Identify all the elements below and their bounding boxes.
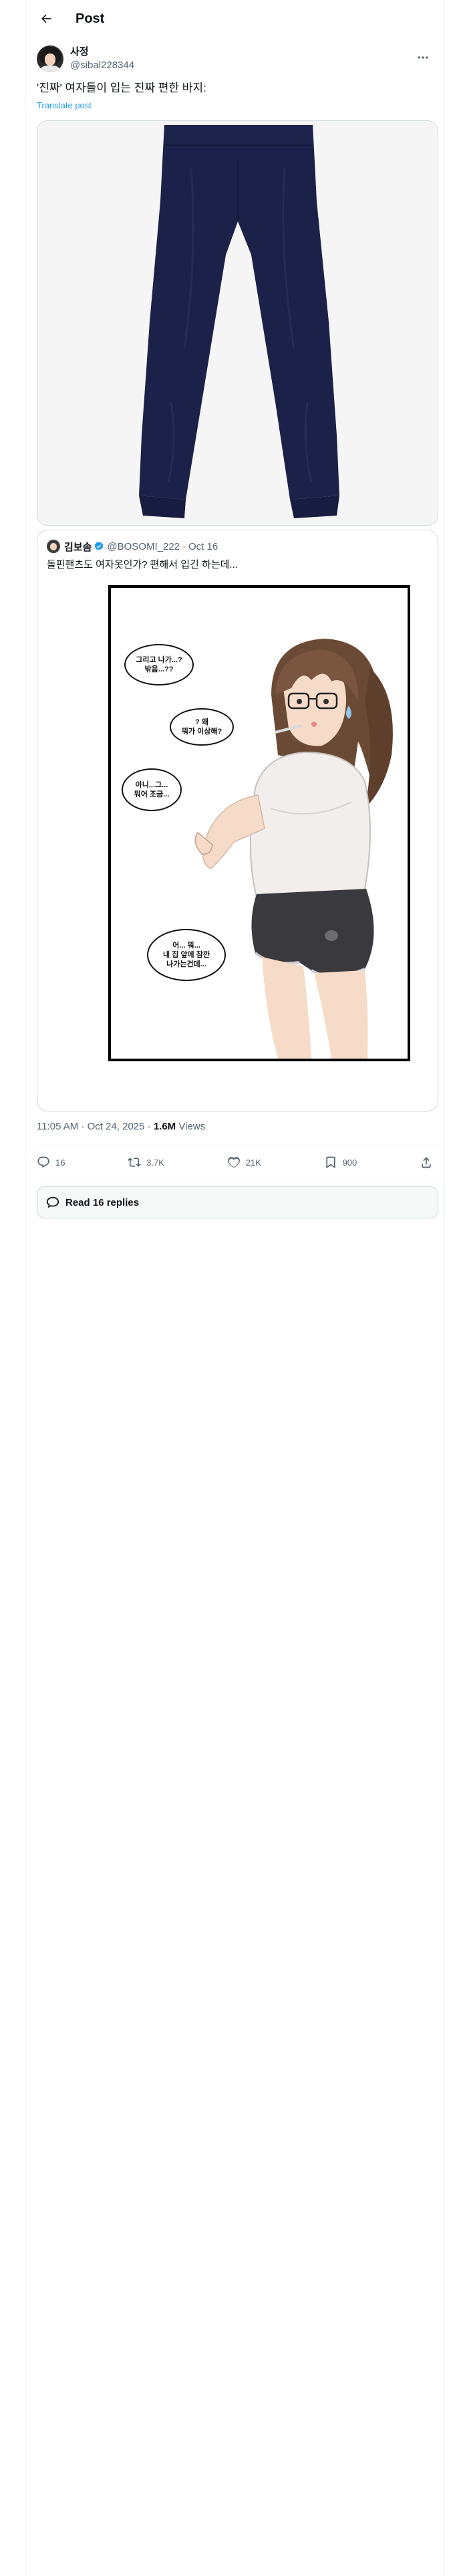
share-icon [422, 1157, 431, 1168]
speech-bubble: 그리고 나가...? 밖음...?? [124, 644, 194, 685]
back-button[interactable] [34, 7, 58, 31]
translate-post-link[interactable]: Translate post [37, 100, 92, 110]
read-replies-button[interactable]: Read 16 replies [37, 1186, 438, 1218]
quoted-display-name: 김보솜 [64, 541, 92, 553]
repost-icon [128, 1158, 142, 1167]
chat-bubble-icon [46, 1196, 59, 1208]
post-author: 사정 @sibal228344 [37, 44, 438, 74]
more-horizontal-icon [418, 56, 428, 59]
quoted-date: Oct 16 [188, 540, 218, 552]
speech-bubble: ? 왜 뭐가 이상해? [170, 708, 234, 746]
quoted-post-header: 김보솜 @BOSOMI_222 · Oct 16 [47, 540, 218, 553]
timestamp-text[interactable]: 11:05 AM · Oct 24, 2025 · [37, 1121, 154, 1132]
separator-dot: · [182, 540, 186, 552]
read-replies-label: Read 16 replies [65, 1196, 140, 1208]
reply-icon [37, 1156, 49, 1168]
comic-panel: 그리고 나가...? 밖음...?? ? 왜 뭐가 이상해? 아니...그...… [108, 585, 410, 1061]
author-handle[interactable]: @sibal228344 [70, 59, 134, 72]
quoted-media-image: 그리고 나가...? 밖음...?? ? 왜 뭐가 이상해? 아니...그...… [47, 581, 429, 1103]
verified-badge-icon [95, 542, 104, 550]
bookmark-count: 900 [342, 1157, 357, 1168]
quoted-text: 돌핀팬츠도 여자옷인가? 편해서 입긴 하는데... [47, 559, 238, 570]
top-bar: Post [26, 0, 444, 37]
speech-bubble: 아니...그... 뭐어 조금... [122, 768, 182, 811]
more-options-button[interactable] [414, 48, 432, 67]
avatar[interactable] [37, 45, 63, 72]
repost-count: 3.7K [146, 1157, 164, 1168]
arrow-left-icon [41, 14, 51, 23]
quoted-avatar [47, 540, 60, 553]
divider [37, 1145, 438, 1146]
like-button[interactable]: 21K [227, 1156, 261, 1169]
bookmark-button[interactable]: 900 [324, 1156, 357, 1169]
page-title: Post [76, 11, 105, 26]
post-media-image[interactable] [37, 120, 438, 526]
repost-button[interactable]: 3.7K [128, 1156, 164, 1169]
post-text: '진짜' 여자들이 입는 진짜 편한 바지: [37, 82, 206, 94]
sweatpants-image [37, 121, 438, 525]
views-count: 1.6M [153, 1121, 176, 1132]
quoted-handle: @BOSOMI_222 [107, 540, 180, 552]
reply-count: 16 [55, 1157, 65, 1168]
quoted-post[interactable]: 김보솜 @BOSOMI_222 · Oct 16 돌핀팬츠도 여자옷인가? 편해… [37, 530, 438, 1111]
reply-button[interactable]: 16 [37, 1156, 65, 1169]
speech-bubble: 어... 뭐... 내 집 앞에 잠깐 나가는건데... [147, 929, 226, 981]
left-column-border [25, 0, 26, 2576]
post-timestamp: 11:05 AM · Oct 24, 2025 · 1.6M Views [37, 1121, 205, 1132]
bookmark-icon [325, 1156, 335, 1169]
share-button[interactable] [420, 1156, 438, 1169]
right-column-border [444, 0, 445, 2576]
action-bar: 16 3.7K 21K 900 [37, 1146, 438, 1178]
heart-icon [227, 1157, 240, 1168]
like-count: 21K [245, 1157, 261, 1168]
author-display-name[interactable]: 사정 [70, 45, 134, 59]
views-label: Views [176, 1121, 206, 1132]
